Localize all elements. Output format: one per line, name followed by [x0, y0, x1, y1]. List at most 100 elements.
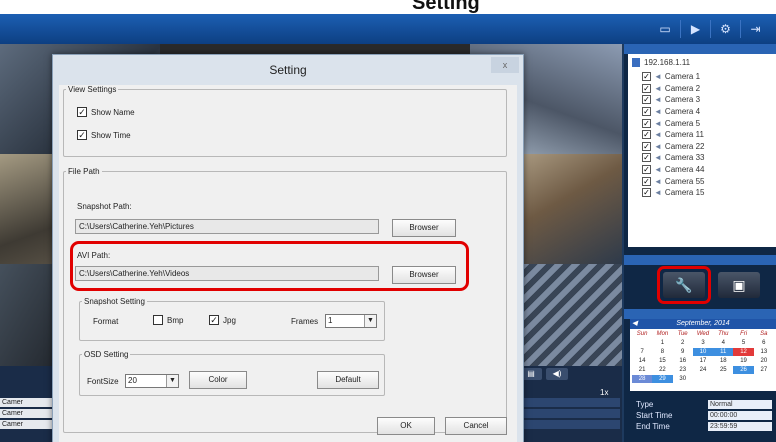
show-name-checkbox[interactable]: ✓: [77, 107, 87, 117]
camera-list-item[interactable]: ✓ ◄ Camera 44: [632, 164, 772, 176]
camera-icon: ◄: [654, 176, 662, 186]
camera-checkbox[interactable]: ✓: [642, 107, 651, 117]
calendar-day[interactable]: 28: [632, 375, 653, 383]
calendar-day[interactable]: 18: [713, 357, 733, 365]
calendar-day[interactable]: 21: [632, 366, 652, 374]
snapshot-tool-button[interactable]: ▣: [718, 272, 760, 298]
jpg-checkbox[interactable]: ✓: [209, 315, 219, 325]
bmp-label: Bmp: [167, 315, 184, 325]
calendar-day-header: Fri: [740, 331, 748, 337]
calendar-day[interactable]: 10: [692, 348, 714, 356]
calendar-month-label: September, 2014: [676, 320, 730, 327]
snapshot-path-field[interactable]: C:\Users\Catherine.Yeh\Pictures: [75, 219, 379, 234]
camera-list-item[interactable]: ✓ ◄ Camera 1: [632, 71, 772, 83]
calendar-day[interactable]: 4: [713, 339, 733, 347]
calendar-grid: Sun Mon Tue Wed Thu Fri Sa 1 2 3 4 5 6 7 8 9 10 11 12 13 14 1…: [630, 329, 776, 384]
right-sidebar: 192.168.1.11 ✓ ◄ Camera 1 ✓ ◄ Camera 2 ✓ ◄ Camer…: [624, 44, 776, 442]
default-button[interactable]: Default: [317, 371, 379, 389]
show-time-checkbox[interactable]: ✓: [77, 130, 87, 140]
calendar-day[interactable]: 5: [733, 339, 753, 347]
server-icon: [632, 58, 640, 67]
camera-list-item[interactable]: ✓ ◄ Camera 22: [632, 141, 772, 153]
camera-checkbox[interactable]: ✓: [642, 176, 651, 186]
calendar-day[interactable]: 3: [693, 339, 713, 347]
close-button[interactable]: x: [491, 57, 519, 73]
top-toolbar: ▭ ▶ ⚙ ⇥: [0, 14, 776, 44]
camera-list-item[interactable]: ✓ ◄ Camera 3: [632, 94, 772, 106]
type-label: Type: [636, 400, 654, 409]
playback-icon[interactable]: ▶: [680, 20, 710, 38]
camera-checkbox[interactable]: ✓: [642, 83, 651, 93]
camera-checkbox[interactable]: ✓: [642, 153, 651, 163]
show-time-option[interactable]: ✓ Show Time: [77, 130, 131, 140]
color-button[interactable]: Color: [189, 371, 247, 389]
camera-list-item[interactable]: ✓ ◄ Camera 15: [632, 187, 772, 199]
show-name-option[interactable]: ✓ Show Name: [77, 107, 135, 117]
camera-checkbox[interactable]: ✓: [642, 130, 651, 140]
camera-checkbox[interactable]: ✓: [642, 72, 651, 82]
highlight-box: [70, 241, 469, 291]
camera-list-item[interactable]: ✓ ◄ Camera 33: [632, 152, 772, 164]
camera-list-item[interactable]: ✓ ◄ Camera 5: [632, 117, 772, 129]
jpg-option[interactable]: ✓ Jpg: [209, 315, 236, 325]
calendar-day[interactable]: 26: [733, 366, 754, 374]
logout-icon[interactable]: ⇥: [740, 20, 770, 38]
calendar-day: [632, 339, 652, 347]
calendar-day[interactable]: 13: [754, 348, 774, 356]
tree-root[interactable]: 192.168.1.11: [632, 58, 772, 67]
bmp-checkbox[interactable]: [153, 315, 163, 325]
prev-month-icon[interactable]: ◀: [632, 319, 637, 329]
calendar-day[interactable]: 30: [673, 375, 693, 383]
jpg-label: Jpg: [223, 315, 236, 325]
start-time-input[interactable]: 00:00:00: [708, 411, 772, 420]
ok-button[interactable]: OK: [377, 417, 435, 435]
calendar-day[interactable]: 9: [673, 348, 693, 356]
cancel-button[interactable]: Cancel: [445, 417, 507, 435]
calendar-day[interactable]: 16: [673, 357, 693, 365]
calendar-day[interactable]: 8: [652, 348, 672, 356]
calendar-day[interactable]: 24: [693, 366, 713, 374]
camera-checkbox[interactable]: ✓: [642, 118, 651, 128]
calendar-day[interactable]: 6: [754, 339, 774, 347]
bmp-option[interactable]: Bmp: [153, 315, 183, 325]
calendar-day[interactable]: 27: [754, 366, 774, 374]
caption-text: Setting: [412, 0, 480, 14]
camera-name: Camera 4: [664, 107, 701, 117]
settings-icon[interactable]: ⚙: [710, 20, 740, 38]
calendar-day[interactable]: 1: [652, 339, 672, 347]
calendar-day[interactable]: 29: [652, 375, 673, 383]
calendar-day[interactable]: 15: [652, 357, 672, 365]
calendar-day[interactable]: 7: [632, 348, 652, 356]
fontsize-select[interactable]: 20 ▼: [125, 374, 179, 388]
frames-select[interactable]: 1 ▼: [325, 314, 377, 328]
volume-icon[interactable]: ◀): [546, 368, 568, 380]
snapshot-browser-button[interactable]: Browser: [392, 219, 456, 237]
camera-checkbox[interactable]: ✓: [642, 141, 651, 151]
calendar-day[interactable]: 20: [754, 357, 774, 365]
camera-list-item[interactable]: ✓ ◄ Camera 11: [632, 129, 772, 141]
calendar-day[interactable]: 2: [673, 339, 693, 347]
monitor-icon[interactable]: ▭: [650, 20, 680, 38]
calendar-day[interactable]: 11: [713, 348, 734, 356]
camera-list-item[interactable]: ✓ ◄ Camera 2: [632, 83, 772, 95]
camera-name: Camera 44: [664, 165, 705, 175]
camera-checkbox[interactable]: ✓: [642, 95, 651, 105]
camera-checkbox[interactable]: ✓: [642, 165, 651, 175]
camera-checkbox[interactable]: ✓: [642, 188, 651, 198]
calendar-day[interactable]: 19: [733, 357, 753, 365]
calendar-day[interactable]: 22: [652, 366, 672, 374]
camera-list-header: [624, 44, 776, 54]
calendar-day: [713, 375, 733, 383]
end-time-input[interactable]: 23:59:59: [708, 422, 772, 431]
calendar-day[interactable]: 17: [693, 357, 713, 365]
type-select[interactable]: Normal: [708, 400, 772, 409]
camera-list-item[interactable]: ✓ ◄ Camera 55: [632, 175, 772, 187]
calendar-day[interactable]: 25: [713, 366, 733, 374]
calendar-day[interactable]: 12: [733, 348, 754, 356]
calendar-day[interactable]: 23: [673, 366, 693, 374]
calendar-day[interactable]: 14: [632, 357, 652, 365]
camera-name: Camera 11: [664, 130, 704, 140]
highlight-box: [657, 266, 711, 304]
camera-list-item[interactable]: ✓ ◄ Camera 4: [632, 106, 772, 118]
calendar: ◀ September, 2014 Sun Mon Tue Wed Thu Fri Sa 1 2…: [630, 319, 776, 391]
